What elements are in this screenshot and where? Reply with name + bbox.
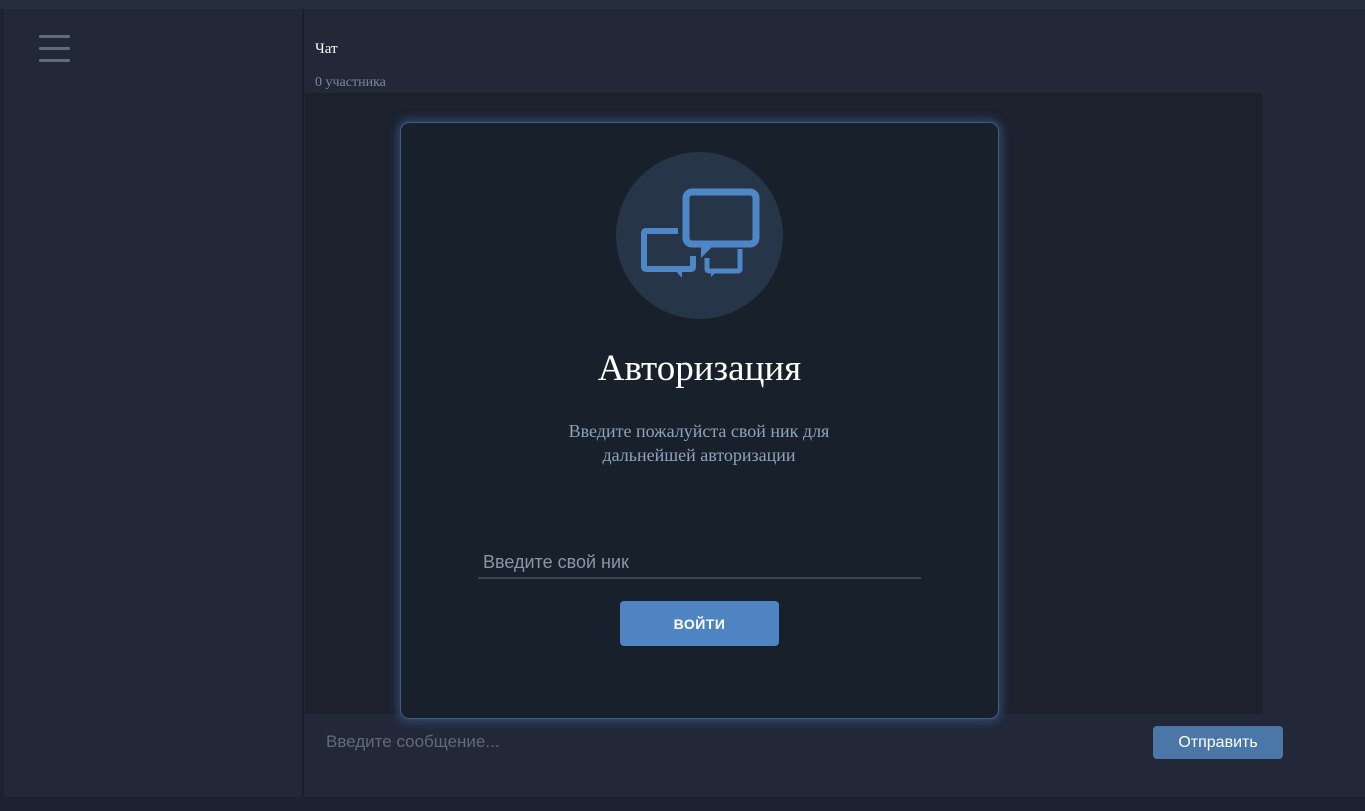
auth-modal: Авторизация Введите пожалуйста свой ник … [400, 122, 999, 719]
login-button[interactable]: ВОЙТИ [620, 601, 779, 646]
bottom-strip [0, 797, 1365, 811]
message-input[interactable] [305, 722, 1105, 762]
chat-bubbles-icon [616, 152, 783, 319]
auth-title: Авторизация [597, 348, 802, 389]
nick-input[interactable] [478, 548, 921, 579]
send-button[interactable]: Отправить [1153, 726, 1283, 759]
auth-description: Введите пожалуйста свой ник для дальнейш… [568, 421, 830, 465]
sidebar [4, 9, 304, 797]
participants-count: 0 участника [315, 75, 386, 90]
top-bar [0, 0, 1365, 9]
hamburger-menu-icon[interactable] [39, 35, 71, 63]
chat-title: Чат [315, 41, 338, 57]
